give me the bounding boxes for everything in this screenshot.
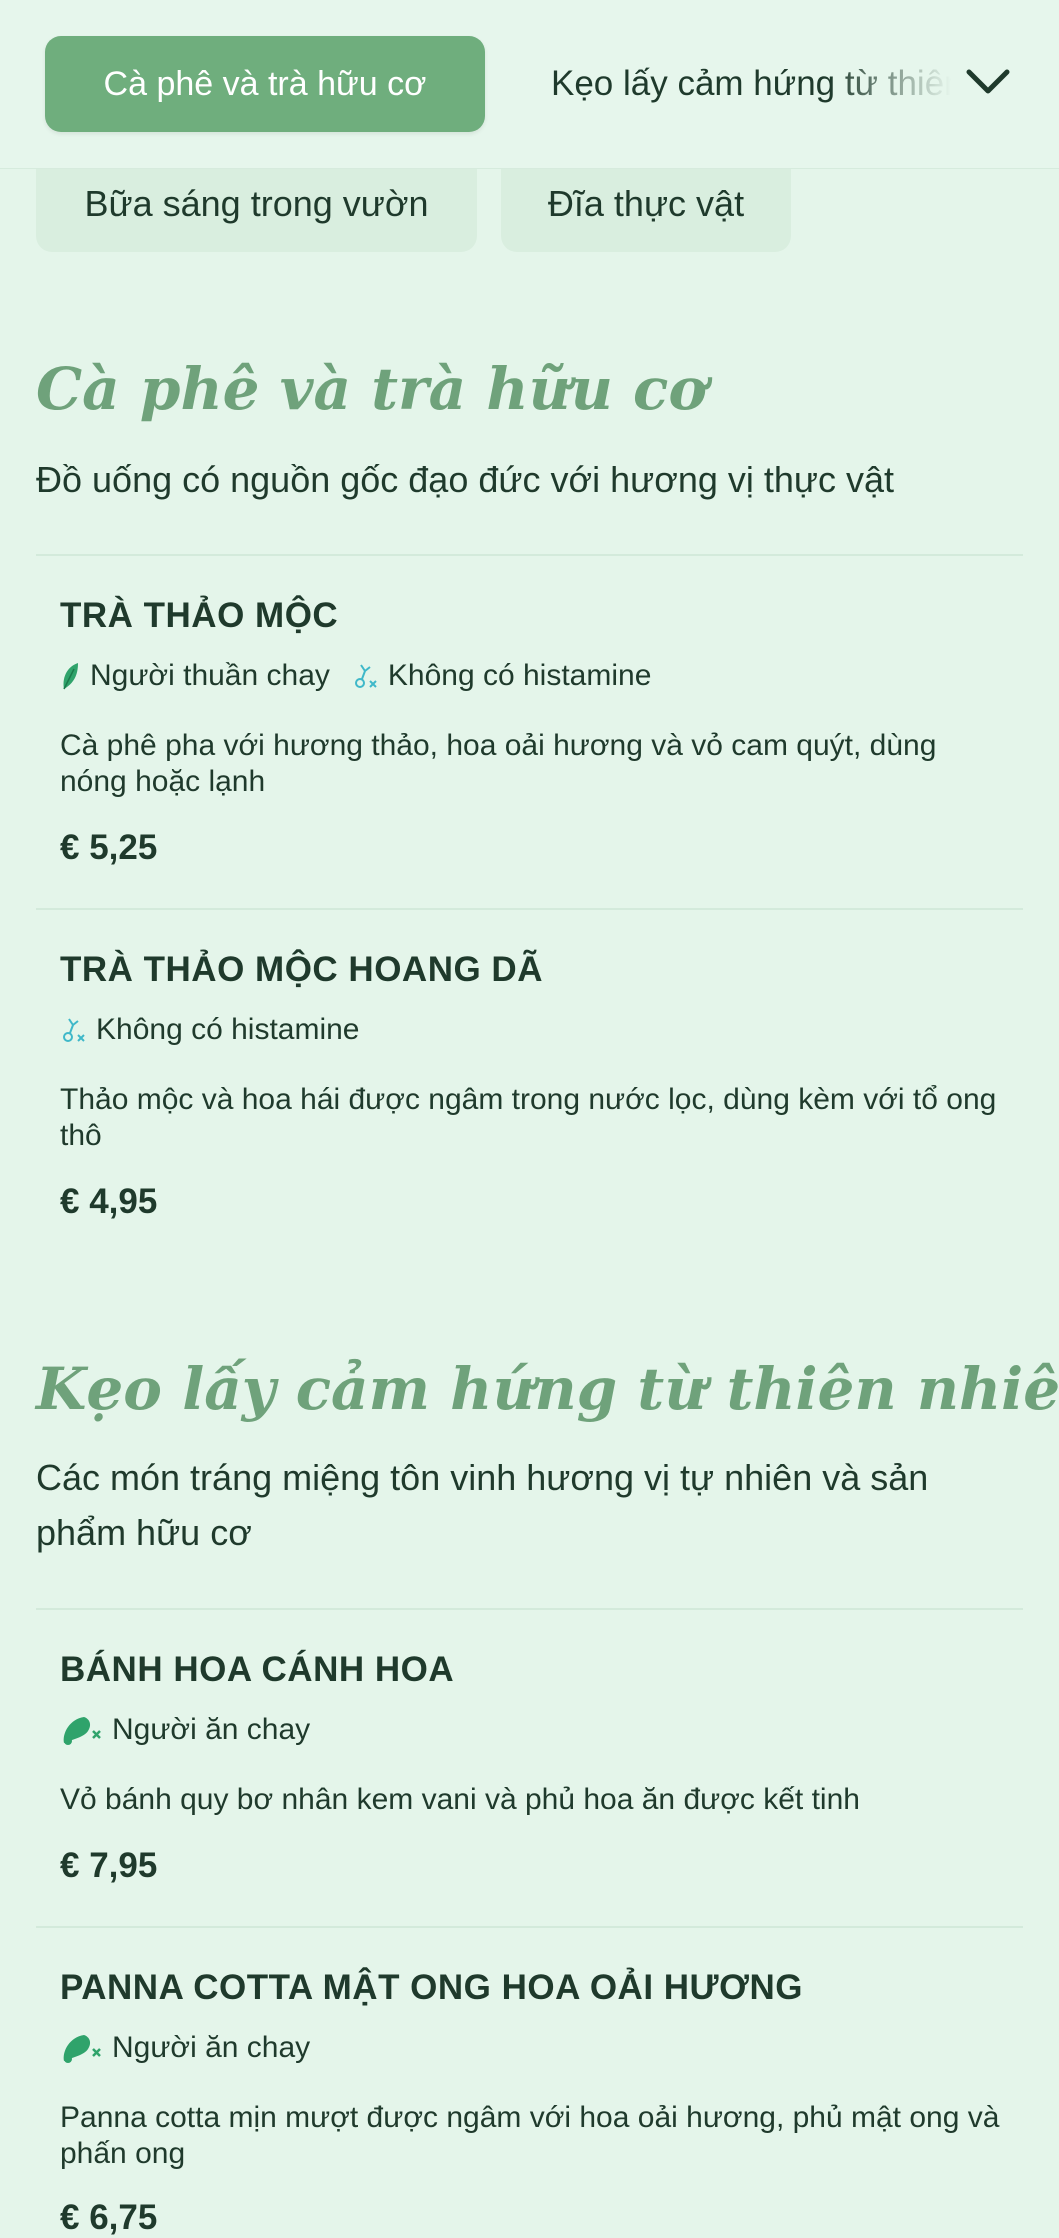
menu-item-description: Thảo mộc và hoa hái được ngâm trong nước… [60, 1083, 997, 1152]
tag-label: Không có histamine [387, 659, 652, 692]
tag-histamine-free: Không có histamine [352, 659, 652, 693]
divider [36, 554, 1023, 556]
diet-tags: Người thuần chay Không có histamine [60, 656, 651, 696]
category-nav: Cà phê và trà hữu cơ Kẹo lấy cảm hứng từ… [0, 0, 1059, 169]
menu-item-description: Panna cotta mịn mượt được ngâm với hoa o… [60, 2101, 1000, 2170]
tag-histamine-free: Không có histamine [60, 1013, 360, 1047]
diet-tags: Người ăn chay [60, 2028, 310, 2068]
menu-item-name: TRÀ THẢO MỘC HOANG DÃ [60, 950, 543, 989]
section-subtitle: Đồ uống có nguồn gốc đạo đức với hương v… [36, 459, 895, 500]
section-title: Cà phê và trà hữu cơ [36, 355, 708, 423]
diet-tags: Người ăn chay [60, 1710, 310, 1750]
section-title: Kẹo lấy cảm hứng từ thiên nhiên [36, 1355, 1059, 1423]
diet-tags: Không có histamine [60, 1010, 360, 1050]
tab-garden-breakfast[interactable]: Bữa sáng trong vườn [36, 160, 477, 252]
menu-item-description: Vỏ bánh quy bơ nhân kem vani và phủ hoa … [60, 1783, 860, 1816]
menu-item-price: € 6,75 [60, 2198, 158, 2237]
menu-item-name: BÁNH HOA CÁNH HOA [60, 1650, 455, 1689]
tag-vegetarian: Người ăn chay [60, 1713, 310, 1747]
menu-item-price: € 7,95 [60, 1846, 158, 1885]
tag-label: Không có histamine [96, 1013, 360, 1046]
menu-item-price: € 4,95 [60, 1182, 158, 1221]
menu-item-name: TRÀ THẢO MỘC [60, 596, 339, 635]
no-meat-icon [63, 2035, 101, 2063]
section-subtitle: Các món tráng miệng tôn vinh hương vị tự… [36, 1457, 929, 1553]
no-meat-icon [63, 1717, 101, 1745]
divider [36, 908, 1023, 910]
divider [36, 1926, 1023, 1928]
histamine-free-icon [63, 1018, 85, 1042]
menu-item-description: Cà phê pha với hương thảo, hoa oải hương… [60, 729, 937, 798]
tag-vegan: Người thuần chay [60, 659, 330, 693]
divider [36, 1608, 1023, 1610]
tag-label: Người thuần chay [90, 659, 330, 692]
tag-label: Người ăn chay [112, 1713, 311, 1746]
menu-item-price: € 5,25 [60, 828, 158, 867]
tag-label: Người ăn chay [112, 2031, 311, 2064]
tab-nature-sweets[interactable]: Kẹo lấy cảm hứng từ thiên nhiên [551, 36, 951, 132]
chevron-down-icon[interactable] [963, 60, 1013, 104]
menu-item-name: PANNA COTTA MẬT ONG HOA OẢI HƯƠNG [60, 1968, 803, 2007]
tag-vegetarian: Người ăn chay [60, 2031, 310, 2065]
tab-plant-plates[interactable]: Đĩa thực vật [501, 160, 791, 252]
leaf-icon [63, 663, 78, 690]
histamine-free-icon [354, 664, 377, 688]
tab-organic-coffee-tea[interactable]: Cà phê và trà hữu cơ [45, 36, 485, 132]
